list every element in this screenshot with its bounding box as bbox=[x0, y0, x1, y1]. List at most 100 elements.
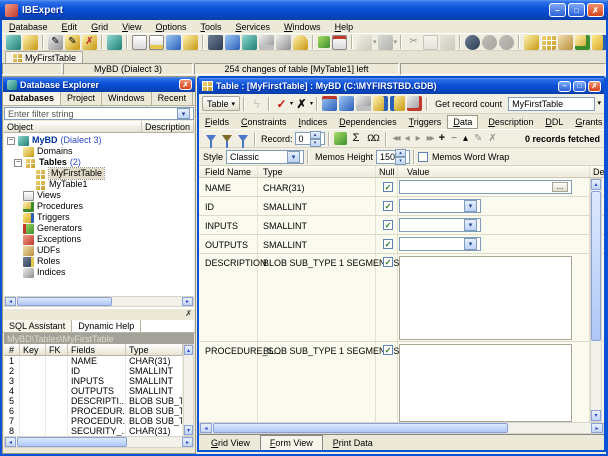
cancel-edit-icon[interactable]: ✗ bbox=[488, 134, 496, 144]
app-titlebar[interactable]: IBExpert – □ ✗ bbox=[0, 0, 608, 20]
memos-spin-down-icon[interactable]: ▾ bbox=[395, 157, 406, 165]
search-database-icon[interactable] bbox=[208, 35, 223, 50]
form-col-value[interactable]: Value bbox=[407, 167, 429, 178]
field-row[interactable]: 6PROCEDUR...BLOB SUB_TYPE 1 SEGMENT SIZ bbox=[4, 406, 183, 416]
memos-height-spinner[interactable]: 150 ▴ ▾ bbox=[376, 150, 410, 164]
column-object[interactable]: Object bbox=[4, 121, 142, 133]
style-dropdown-icon[interactable]: ▾ bbox=[287, 151, 300, 163]
tree-item-procedures[interactable]: Procedures bbox=[4, 201, 194, 212]
tab-sql-assistant[interactable]: SQL Assistant bbox=[3, 320, 72, 332]
scroll-up-icon[interactable]: ▴ bbox=[591, 179, 601, 190]
field-row[interactable]: 1NAMECHAR(31) bbox=[4, 356, 183, 366]
null-checkbox[interactable]: ✓ bbox=[383, 220, 393, 230]
menu-database[interactable]: Database bbox=[2, 20, 55, 34]
open-file-icon[interactable] bbox=[357, 35, 372, 50]
tab-triggers[interactable]: Triggers bbox=[403, 115, 448, 129]
col-fk[interactable]: FK bbox=[46, 344, 68, 356]
table-menu-button[interactable]: Table ▾ bbox=[202, 96, 240, 111]
field-row[interactable]: 5DESCRIPTI...BLOB SUB_TYPE 1 SEGMENT SIZ bbox=[4, 396, 183, 406]
field-row[interactable]: 7PROCEDUR...BLOB SUB_TYPE 2 SEGMENT SIZ bbox=[4, 416, 183, 426]
combo-dropdown-icon[interactable]: ▾ bbox=[464, 219, 477, 231]
menu-help[interactable]: Help bbox=[328, 20, 361, 34]
pen-yellow-icon[interactable]: ✎ bbox=[65, 35, 80, 50]
encoding-omega-icon[interactable]: ΩΩ bbox=[366, 131, 381, 146]
null-checkbox[interactable]: ✓ bbox=[383, 182, 393, 192]
menu-windows[interactable]: Windows bbox=[277, 20, 328, 34]
memos-word-wrap-checkbox[interactable] bbox=[418, 152, 428, 162]
assistant-splitter[interactable]: ✗ bbox=[3, 308, 195, 320]
ellipsis-button[interactable]: ... bbox=[552, 182, 568, 192]
inputs-value-combo[interactable]: ▾ bbox=[399, 218, 481, 232]
memos-spin-up-icon[interactable]: ▴ bbox=[395, 149, 406, 157]
key-icon[interactable] bbox=[293, 35, 308, 50]
form-hscroll-thumb[interactable] bbox=[213, 423, 508, 433]
tree-item-tables[interactable]: − Tables (2) bbox=[4, 157, 194, 168]
explorer-tab-project[interactable]: Project bbox=[61, 92, 102, 105]
tree-item-domains[interactable]: Domains bbox=[4, 146, 194, 157]
object-combo[interactable]: MyFirstTable bbox=[508, 97, 595, 111]
print-icon[interactable] bbox=[356, 96, 371, 111]
toolbar-overflow-icon[interactable]: ▾ bbox=[597, 100, 601, 107]
description-memo[interactable] bbox=[399, 256, 572, 340]
menu-edit[interactable]: Edit bbox=[55, 20, 85, 34]
printer-icon[interactable] bbox=[259, 35, 274, 50]
tab-dependencies[interactable]: Dependencies bbox=[333, 115, 403, 129]
filter-custom-icon[interactable] bbox=[238, 135, 248, 142]
filter-dropdown-icon[interactable]: ▾ bbox=[177, 108, 190, 119]
table-close-button[interactable]: ✗ bbox=[588, 81, 601, 92]
find-next-icon[interactable] bbox=[482, 35, 497, 50]
new-view-icon[interactable] bbox=[558, 35, 573, 50]
filter-icon[interactable] bbox=[206, 135, 216, 142]
pen-gray-icon[interactable]: ✎ bbox=[48, 35, 63, 50]
tree-item-mybd[interactable]: − MyBD (Dialect 3) bbox=[4, 135, 194, 146]
null-checkbox[interactable]: ✓ bbox=[383, 257, 393, 267]
record-spin-down-icon[interactable]: ▾ bbox=[310, 139, 321, 147]
insert-record-icon[interactable]: + bbox=[439, 133, 445, 144]
aggregate-sigma-icon[interactable]: Σ bbox=[349, 131, 364, 146]
explorer-tab-windows[interactable]: Windows bbox=[102, 92, 152, 105]
explorer-titlebar[interactable]: Database Explorer ✗ bbox=[3, 77, 195, 92]
table-maximize-button[interactable]: □ bbox=[573, 81, 586, 92]
last-record-icon[interactable]: ▸▸ bbox=[427, 134, 433, 144]
null-checkbox[interactable]: ✓ bbox=[383, 345, 393, 355]
scroll-down-icon[interactable]: ▾ bbox=[591, 410, 601, 421]
form-col-null[interactable]: Null bbox=[379, 167, 395, 178]
commit-dropdown-icon[interactable]: ▾ bbox=[290, 101, 293, 107]
assistant-vscrollbar[interactable]: ▴ ▾ bbox=[183, 344, 194, 436]
rollback-dropdown-icon[interactable]: ▾ bbox=[310, 101, 313, 107]
tab-dynamic-help[interactable]: Dynamic Help bbox=[72, 320, 141, 332]
gear-icon[interactable] bbox=[276, 35, 291, 50]
combo-dropdown-icon[interactable]: ▾ bbox=[464, 238, 477, 250]
field-row[interactable]: 4OUTPUTSSMALLINT bbox=[4, 386, 183, 396]
form-vscroll-thumb[interactable] bbox=[591, 191, 601, 341]
close-button[interactable]: ✗ bbox=[587, 3, 604, 17]
filter-lightning-icon[interactable]: ϟ bbox=[249, 96, 264, 111]
scroll-left-icon[interactable]: ◂ bbox=[5, 437, 16, 447]
col-type[interactable]: Type bbox=[126, 344, 183, 356]
scroll-right-icon[interactable]: ▸ bbox=[182, 297, 193, 306]
null-checkbox[interactable]: ✓ bbox=[383, 239, 393, 249]
form-col-field-name[interactable]: Field Name bbox=[205, 167, 251, 178]
combo-dropdown-icon[interactable]: ▾ bbox=[464, 200, 477, 212]
expander-icon[interactable]: − bbox=[14, 159, 22, 167]
first-record-icon[interactable]: ◂◂ bbox=[393, 134, 399, 144]
delete-record-icon[interactable]: − bbox=[451, 134, 457, 144]
next-record-icon[interactable]: ▸ bbox=[416, 134, 421, 144]
tools-wrench-icon[interactable] bbox=[407, 96, 422, 111]
tree-item-udfs[interactable]: UDFs bbox=[4, 245, 194, 256]
field-row[interactable]: 3INPUTSSMALLINT bbox=[4, 376, 183, 386]
form-col-type[interactable]: Type bbox=[263, 167, 283, 178]
scroll-left-icon[interactable]: ◂ bbox=[200, 423, 212, 433]
scroll-left-icon[interactable]: ◂ bbox=[5, 297, 16, 306]
scroll-right-icon[interactable]: ▸ bbox=[182, 437, 193, 447]
scroll-up-icon[interactable]: ▴ bbox=[184, 345, 193, 355]
tab-indices[interactable]: Indices bbox=[293, 115, 334, 129]
sql-editor-icon[interactable] bbox=[322, 96, 337, 111]
tab-grid-view[interactable]: Grid View bbox=[201, 435, 260, 451]
new-table-icon[interactable] bbox=[541, 35, 556, 50]
menu-services[interactable]: Services bbox=[229, 20, 278, 34]
paste-icon[interactable] bbox=[440, 35, 455, 50]
explorer-tab-databases[interactable]: Databases bbox=[3, 92, 61, 105]
pen-cross-icon[interactable]: ✗ bbox=[82, 35, 97, 50]
form-vscrollbar[interactable]: ▴ ▾ bbox=[590, 178, 602, 422]
